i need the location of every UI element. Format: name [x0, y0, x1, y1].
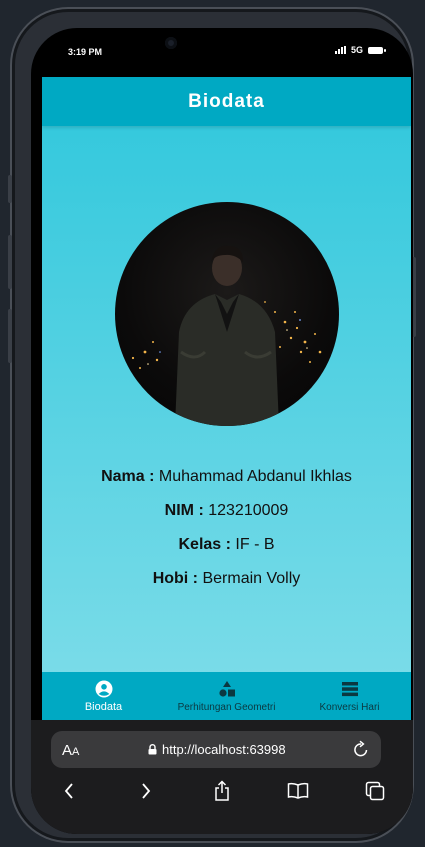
- phone-frame: 3:19 PM 5G Biodata Nama: Muhammad Abdan…: [8, 7, 416, 843]
- text-size-button[interactable]: AA: [62, 742, 79, 759]
- bookmarks-icon[interactable]: [278, 776, 318, 806]
- url-display[interactable]: http://localhost:63998: [148, 742, 286, 757]
- address-bar[interactable]: AA http://localhost:63998: [51, 731, 381, 768]
- field-label: NIM :: [164, 502, 204, 519]
- reload-icon[interactable]: [353, 740, 369, 763]
- field-value: Muhammad Abdanul Ikhlas: [158, 468, 352, 485]
- list-bars-icon: [341, 680, 359, 703]
- shapes-icon: [218, 680, 236, 703]
- app-view: Biodata Nama: Muhammad Abdanul Ikhlas N…: [42, 77, 411, 720]
- field-hobi: Hobi : Bermain Volly: [42, 567, 411, 601]
- status-time: 3:19 PM: [68, 47, 103, 57]
- back-icon[interactable]: [49, 776, 89, 806]
- screen: 3:19 PM 5G Biodata Nama: Muhammad Abdan…: [31, 28, 413, 834]
- url-text: http://localhost:63998: [162, 742, 286, 757]
- bottom-navigation: Biodata Perhitungan Geometri Konversi Ha…: [42, 672, 411, 720]
- field-label: Hobi :: [152, 570, 199, 587]
- signal-icon: [334, 46, 346, 54]
- mute-switch: [8, 175, 12, 203]
- field-value: 123210009: [208, 502, 289, 519]
- browser-toolbar: [31, 776, 413, 806]
- field-nama: Nama : Muhammad Abdanul Ikhlas: [42, 465, 411, 499]
- account-circle-icon: [95, 680, 113, 703]
- status-bar: 3:19 PM 5G: [31, 28, 413, 76]
- nav-item-perhitungan-geometri[interactable]: Perhitungan Geometri: [165, 672, 288, 720]
- profile-photo: [115, 202, 339, 426]
- app-bar: Biodata: [42, 77, 411, 126]
- page-title: Biodata: [188, 91, 265, 112]
- nav-item-biodata[interactable]: Biodata: [42, 672, 165, 720]
- field-value: Bermain Volly: [202, 570, 301, 587]
- battery-icon: [368, 46, 386, 54]
- nav-label: Biodata: [84, 701, 123, 713]
- field-label: Kelas :: [178, 536, 231, 553]
- network-label: 5G: [350, 45, 363, 55]
- share-icon[interactable]: [202, 776, 242, 806]
- lock-icon: [148, 744, 157, 755]
- field-value: IF - B: [235, 536, 275, 553]
- field-label: Nama :: [101, 468, 155, 485]
- nav-label: Perhitungan Geometri: [177, 702, 276, 713]
- field-nim: NIM : 123210009: [42, 499, 411, 533]
- status-icons: 5G: [334, 45, 386, 55]
- profile-info: Nama : Muhammad Abdanul Ikhlas NIM : 123…: [42, 465, 411, 601]
- nav-item-konversi-hari[interactable]: Konversi Hari: [288, 672, 411, 720]
- volume-up-button: [8, 235, 12, 289]
- front-camera: [165, 37, 177, 49]
- field-kelas: Kelas : IF - B: [42, 533, 411, 567]
- browser-chrome: AA http://localhost:63998: [31, 720, 413, 834]
- nav-label: Konversi Hari: [319, 702, 380, 713]
- tabs-icon[interactable]: [355, 776, 395, 806]
- volume-down-button: [8, 309, 12, 363]
- forward-icon[interactable]: [126, 776, 166, 806]
